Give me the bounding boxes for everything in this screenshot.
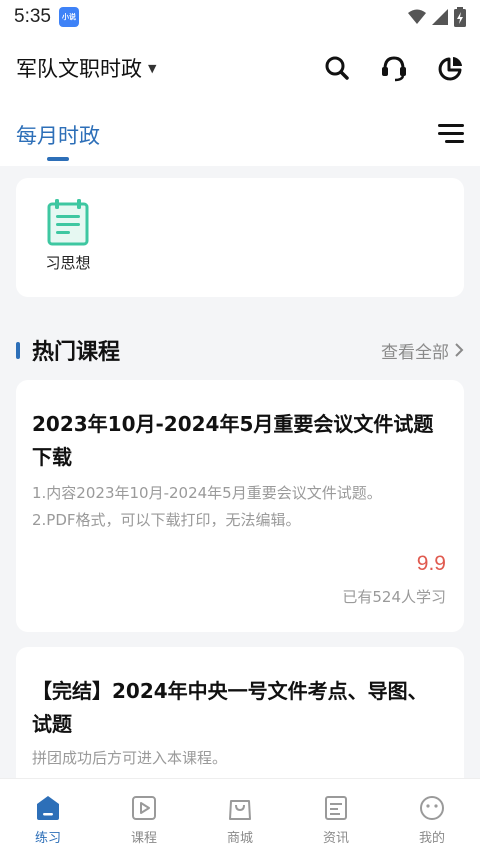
subject-title: 军队文职时政 — [16, 57, 142, 81]
view-all-label: 查看全部 — [381, 342, 449, 363]
practice-icon — [37, 796, 59, 820]
nav-practice[interactable]: 练习 — [0, 779, 96, 852]
nav-label: 课程 — [130, 831, 157, 846]
nav-label: 商城 — [226, 831, 253, 846]
news-icon — [325, 796, 347, 820]
battery-icon — [454, 7, 466, 27]
tab-bar: 每月时政 — [0, 102, 480, 166]
course-desc-line: 拼团成功后方可进入本课程。 — [32, 749, 228, 767]
course-card[interactable]: 2023年10月-2024年5月重要会议文件试题下载 1.内容2023年10月-… — [16, 380, 464, 632]
wifi-icon — [408, 9, 426, 24]
shop-bag-icon — [229, 800, 251, 820]
nav-profile[interactable]: 我的 — [384, 779, 480, 852]
status-time: 5:35 — [14, 6, 51, 27]
section-accent-bar — [16, 341, 20, 359]
tab-label: 每月时政 — [16, 124, 100, 148]
signal-icon — [432, 9, 448, 25]
search-icon[interactable] — [324, 55, 350, 81]
pie-chart-icon[interactable] — [438, 55, 464, 81]
status-bar: 5:35 小说 — [0, 0, 480, 34]
course-title: 【完结】2024年中央一号文件考点、导图、试题 — [32, 679, 428, 736]
top-app-bar: 军队文职时政 ▼ — [0, 34, 480, 102]
course-price: 9.9 — [416, 552, 446, 575]
bottom-navigation: 练习 课程 商城 资讯 我的 — [0, 778, 480, 852]
category-label: 习思想 — [45, 254, 91, 272]
notepad-icon — [47, 199, 89, 246]
subject-selector[interactable]: 军队文职时政 ▼ — [16, 53, 156, 83]
nav-shop[interactable]: 商城 — [192, 779, 288, 852]
menu-icon[interactable] — [438, 124, 464, 144]
nav-label: 我的 — [418, 831, 445, 846]
course-card[interactable]: 【完结】2024年中央一号文件考点、导图、试题 拼团成功后方可进入本课程。 — [16, 647, 464, 797]
nav-label: 练习 — [34, 831, 61, 846]
nav-course[interactable]: 课程 — [96, 779, 192, 852]
nav-label: 资讯 — [322, 831, 349, 846]
tab-monthly-politics[interactable]: 每月时政 — [16, 120, 100, 161]
section-title: 热门课程 — [32, 340, 121, 365]
nav-news[interactable]: 资讯 — [288, 779, 384, 852]
category-item-xi-thought[interactable]: 习思想 — [42, 198, 94, 273]
course-learner-count: 已有524人学习 — [342, 588, 446, 606]
course-desc-line: 2.PDF格式，可以下载打印，无法编辑。 — [32, 511, 301, 529]
profile-icon — [420, 796, 444, 820]
headset-icon[interactable] — [380, 54, 408, 82]
app-badge-text: 小说 — [61, 13, 76, 21]
category-card: 习思想 — [16, 178, 464, 297]
course-desc-line: 1.内容2023年10月-2024年5月重要会议文件试题。 — [32, 484, 382, 502]
hot-courses-header: 热门课程 查看全部 — [16, 330, 464, 370]
chevron-right-icon — [455, 343, 464, 357]
caret-down-icon: ▼ — [148, 61, 157, 75]
app-notification-icon: 小说 — [58, 7, 79, 27]
course-title: 2023年10月-2024年5月重要会议文件试题下载 — [32, 412, 434, 469]
tab-active-indicator — [47, 157, 69, 161]
course-icon — [132, 796, 156, 820]
view-all-link[interactable]: 查看全部 — [381, 338, 464, 363]
